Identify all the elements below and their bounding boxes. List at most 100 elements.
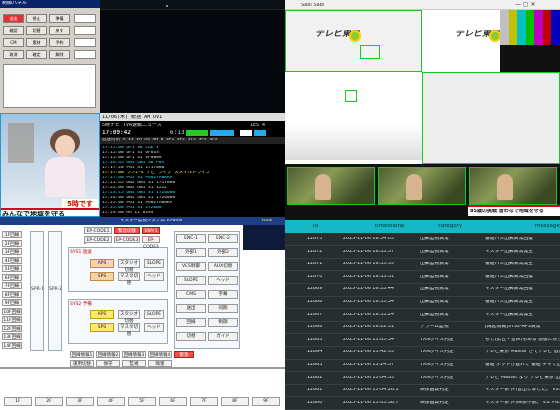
right-item[interactable]: ENC-2 [208, 234, 238, 243]
footer-item[interactable]: 5F [128, 397, 156, 406]
line-item[interactable]: 8F回線 [2, 290, 22, 298]
log-row[interactable]: 12863 2025-11-06 15:24:57 TXNボイス判定 番組 ポッドが遅… [285, 359, 560, 373]
sps-box[interactable]: SPS [90, 272, 114, 281]
right-item[interactable]: 制御 [208, 318, 238, 327]
control-button[interactable]: 確認 [3, 26, 24, 35]
sub-box[interactable]: スタジオ切替 [118, 259, 140, 273]
right-item[interactable]: ヘッド [208, 276, 238, 285]
bottom-item[interactable]: 運用切替 [70, 360, 94, 367]
sub-box[interactable]: SLOPE [144, 310, 164, 319]
ep-code-box[interactable]: EP-CODE2 [84, 236, 112, 243]
right-item[interactable]: VCS制御 [176, 262, 206, 271]
right-item[interactable]: 回線 [176, 318, 206, 327]
line-item[interactable]: 13F回線 [2, 333, 22, 340]
selection-frame [0, 113, 100, 217]
control-button[interactable]: 予約 [49, 38, 70, 47]
log-row[interactable]: 12867 2025-11-06 16:33:24 出郵監視異常 マスター出郵異常発生 [285, 309, 560, 322]
bottom-item[interactable]: 障害 [148, 360, 172, 367]
sps-box-2[interactable]: SPS [90, 323, 114, 332]
alarm-box[interactable]: 緊急 [174, 351, 194, 358]
bottom-item[interactable]: 回線情報4 [148, 351, 172, 358]
control-button[interactable]: 準備 [49, 14, 70, 23]
footer-item[interactable]: 3F [66, 397, 94, 406]
aps-box[interactable]: APS [90, 259, 114, 268]
log-row[interactable]: 12861 2025-11-06 15:04:28.1 映像画質判定 マスター系 (P… [285, 384, 560, 398]
alarm-box[interactable]: 緊急切替ENY-1 [114, 227, 140, 241]
log-row[interactable]: 12860 2025-11-06 15:03:38.7 映像画質判定 マスター系 (P… [285, 397, 560, 410]
control-button[interactable]: 取消 [3, 50, 24, 59]
log-row[interactable]: 12873 2025-11-06 16:34:03 出郵監視異常 番組パス出郵異常回復 [285, 233, 560, 247]
footer-item[interactable]: 9F [252, 397, 280, 406]
right-item[interactable]: 字幕 [208, 290, 238, 299]
control-field[interactable] [74, 26, 96, 35]
line-item[interactable]: 2F回線 [2, 239, 22, 247]
sub-box[interactable]: マスタ切替 [118, 272, 140, 286]
right-item[interactable]: CMS [176, 290, 206, 299]
bottom-item[interactable]: 監視 [122, 360, 146, 367]
right-item[interactable]: ガイド [208, 332, 238, 341]
log-row[interactable]: 12872 2025-11-06 16:33:57 出郵監視異常 マスター出郵異常発生 [285, 246, 560, 259]
bottom-item[interactable]: 保守 [96, 360, 120, 367]
line-item[interactable]: 9F回線 [2, 299, 22, 306]
log-timestamp: 2025-11-06 16:33:51 [343, 274, 394, 279]
sub-box[interactable]: SLOPE [144, 259, 164, 268]
log-row[interactable]: 12870 2025-11-06 16:33:51 出郵監視異常 番組パス出郵異常回復 [285, 271, 560, 285]
line-item[interactable]: 7F回線 [2, 282, 22, 289]
ep-code-box[interactable]: EP-CODE4 [142, 236, 160, 250]
footer-item[interactable]: 4F [97, 397, 125, 406]
bottom-item[interactable]: 回線情報1 [70, 351, 94, 358]
control-field[interactable] [74, 50, 96, 59]
line-item[interactable]: 11F回線 [2, 316, 22, 323]
bottom-item[interactable]: 回線情報2 [96, 351, 120, 358]
footer-item[interactable]: 7F [190, 397, 218, 406]
sub-box[interactable]: マスタ切替 [118, 323, 140, 337]
line-item[interactable]: 10F回線 [2, 307, 22, 315]
control-field[interactable] [74, 38, 96, 47]
control-button[interactable]: 素材 [26, 38, 47, 47]
right-item[interactable]: 外部1 [176, 248, 206, 257]
log-row[interactable]: 12871 2025-11-06 16:33:55 出郵監視異常 番組パス出郵異常発生 [285, 258, 560, 272]
ep-code-box[interactable]: EP-CODE1 [84, 227, 112, 234]
bottom-item[interactable]: 回線情報3 [122, 351, 146, 358]
control-button[interactable]: 確定 [26, 50, 47, 59]
right-item[interactable]: AUX切替 [208, 262, 238, 271]
line-item[interactable]: 12F回線 [2, 324, 22, 332]
right-item[interactable]: 外部2 [208, 248, 238, 257]
footer-item[interactable]: 6F [159, 397, 187, 406]
control-button[interactable]: 切替 [26, 26, 47, 35]
line-item[interactable]: 1F回線 [2, 231, 22, 238]
log-row[interactable]: 12866 2025-11-06 16:22:31 アラーム監視 [再起情報]SYS2… [285, 321, 560, 335]
line-item[interactable]: 6F回線 [2, 273, 22, 281]
sub-box[interactable]: ヘッド [144, 272, 164, 281]
line-item[interactable]: 3F回線 [2, 248, 22, 255]
right-item[interactable]: 切替 [176, 332, 206, 341]
sub-box[interactable]: スタジオ切替 [118, 310, 140, 324]
alarm-box[interactable]: ENY-1 [142, 227, 160, 234]
control-button[interactable]: 解除 [49, 50, 70, 59]
control-button[interactable]: 戻す [49, 26, 70, 35]
footer-item[interactable]: 1F [4, 397, 32, 406]
aps-box-2[interactable]: APS [90, 310, 114, 319]
log-row[interactable]: 12865 2025-11-06 15:05:34 TXNボイス判定 もし(広告・音声… [285, 334, 560, 348]
control-button[interactable]: CM [3, 38, 24, 47]
footer-item[interactable]: 8F [221, 397, 249, 406]
log-row[interactable]: 12864 2025-11-06 15:42:53 TXNボイス判定 テレビ東京 Ma… [285, 346, 560, 360]
line-item[interactable]: 4F回線 [2, 256, 22, 264]
footer-item[interactable]: 2F [35, 397, 63, 406]
log-row[interactable]: 12868 2025-11-06 16:33:34 出郵監視異常 番組パス出郵異常発生 [285, 296, 560, 310]
ep-code-box[interactable]: EP-CODE3 [114, 236, 140, 243]
right-item[interactable]: 送出 [176, 304, 206, 313]
control-button[interactable]: 停止 [26, 14, 47, 23]
log-row[interactable]: 12862 2025-11-06 15:04:33 TXNボイス判定 テレビ Mast… [285, 372, 560, 385]
right-item[interactable]: 同期 [208, 304, 238, 313]
log-row[interactable]: 12869 2025-11-06 16:33:44 出郵監視異常 マスター出郵異常回復 [285, 283, 560, 297]
right-item[interactable]: ENC-1 [176, 234, 206, 243]
right-item[interactable]: SLOPE [176, 276, 206, 285]
window-controls-icon[interactable]: — ▢ ✕ [515, 2, 536, 8]
control-list[interactable] [3, 64, 96, 108]
control-button[interactable]: 送出 [3, 14, 24, 23]
line-item[interactable]: 5F回線 [2, 265, 22, 272]
line-item[interactable]: 14F回線 [2, 341, 22, 349]
sub-box[interactable]: ヘッド [144, 323, 164, 332]
control-field[interactable] [74, 14, 96, 23]
